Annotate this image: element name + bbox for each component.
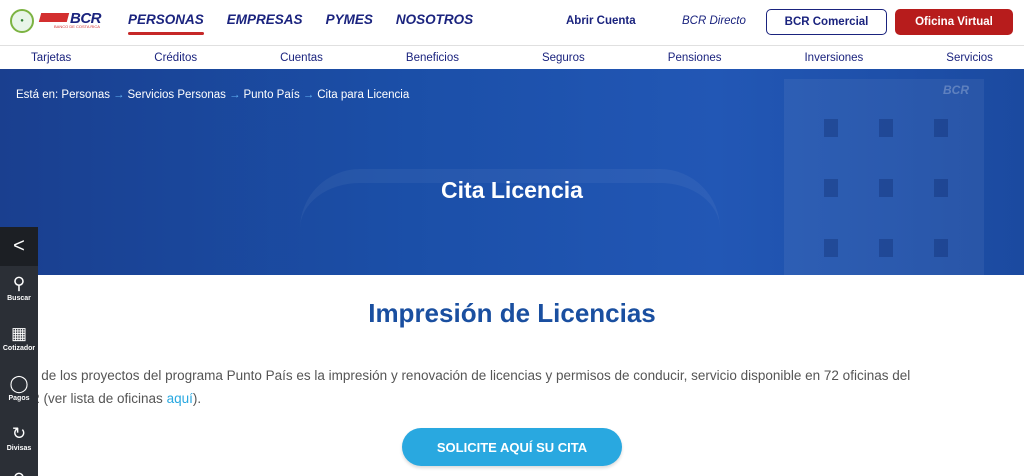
building-window [934, 239, 948, 257]
breadcrumb-current: Cita para Licencia [317, 89, 410, 101]
subnav-tarjetas[interactable]: Tarjetas [31, 52, 71, 64]
building-window [879, 239, 893, 257]
bulb-icon: ◯ [9, 374, 29, 393]
arrow-right-icon: → [113, 89, 125, 101]
sidebar-item-buscar[interactable]: ⚲ Buscar [0, 269, 38, 319]
hero-banner: BCR Está en: Personas → Servicios Personas… [0, 69, 1024, 275]
sidebar-label: Divisas [6, 445, 32, 452]
arrow-right-icon: → [228, 89, 241, 101]
floating-sidebar: < ⚲ Buscar ▦ Cotizador ◯ Pagos ↻ Divisas… [0, 227, 38, 476]
building-window [934, 119, 948, 137]
breadcrumb-servicios[interactable]: Servicios Personas [128, 89, 226, 101]
sidebar-label: Buscar [7, 295, 31, 302]
subnav-creditos[interactable]: Créditos [154, 52, 197, 64]
punto-pais-seal-logo[interactable]: ● [10, 9, 34, 33]
search-icon: ⚲ [12, 274, 26, 293]
para-line1: o de los proyectos del programa Punto Pa… [30, 368, 911, 383]
subnav-pensiones[interactable]: Pensiones [668, 52, 722, 64]
para-line2-post: ). [192, 391, 202, 406]
sidebar-item-pagos[interactable]: ◯ Pagos [0, 369, 38, 419]
sidebar-label: Cotizador [2, 345, 36, 352]
subnav-cuentas[interactable]: Cuentas [280, 52, 323, 64]
main-nav: PERSONAS EMPRESAS PYMES NOSOTROS [128, 12, 473, 35]
breadcrumb: Está en: Personas → Servicios Personas → Pun… [16, 89, 409, 101]
oficina-virtual-button[interactable]: Oficina Virtual [895, 9, 1013, 35]
building-window [879, 119, 893, 137]
bcr-directo-link[interactable]: BCR Directo [682, 15, 746, 27]
para-line2-pre: R (ver lista de oficinas [30, 391, 167, 406]
nav-nosotros[interactable]: NOSOTROS [396, 12, 473, 27]
hero-title: Cita Licencia [441, 177, 583, 203]
description-paragraph: o de los proyectos del programa Punto Pa… [30, 364, 1000, 410]
solicite-cita-button[interactable]: SOLICITE AQUÍ SU CITA [402, 428, 622, 466]
chevron-left-icon[interactable]: < [0, 227, 38, 266]
location-icon: ⚲ [0, 471, 38, 476]
sidebar-item-divisas[interactable]: ↻ Divisas [0, 419, 38, 469]
breadcrumb-punto-pais[interactable]: Punto País [243, 89, 299, 101]
subnav-beneficios[interactable]: Beneficios [406, 52, 459, 64]
abrir-cuenta-link[interactable]: Abrir Cuenta [566, 15, 636, 27]
subnav-seguros[interactable]: Seguros [542, 52, 585, 64]
top-header: ● BCR BANCO DE COSTA RICA PERSONAS EMPRE… [0, 0, 1024, 44]
subnav-inversiones[interactable]: Inversiones [804, 52, 863, 64]
logo-subtitle: BANCO DE COSTA RICA [54, 24, 100, 29]
section-title: Impresión de Licencias [368, 298, 656, 328]
nav-personas[interactable]: PERSONAS [128, 12, 204, 35]
building-window [824, 239, 838, 257]
sub-nav: Tarjetas Créditos Cuentas Beneficios Seg… [0, 45, 1024, 69]
subnav-servicios[interactable]: Servicios [946, 52, 993, 64]
currency-icon: ↻ [11, 424, 27, 443]
building-sign: BCR [943, 83, 969, 97]
breadcrumb-personas[interactable]: Personas [61, 89, 110, 101]
calculator-icon: ▦ [10, 324, 28, 343]
sidebar-item-partial[interactable]: ⚲ [0, 465, 38, 476]
building-window [824, 119, 838, 137]
nav-empresas[interactable]: EMPRESAS [227, 12, 303, 27]
arrow-right-icon: → [302, 89, 315, 101]
logo-red-bar [38, 13, 70, 22]
bcr-logo[interactable]: BCR BANCO DE COSTA RICA [38, 10, 106, 33]
sidebar-item-cotizador[interactable]: ▦ Cotizador [0, 319, 38, 369]
bcr-comercial-button[interactable]: BCR Comercial [766, 9, 887, 35]
nav-pymes[interactable]: PYMES [326, 12, 373, 27]
sidebar-label: Pagos [8, 395, 30, 402]
breadcrumb-prefix: Está en: [16, 89, 59, 101]
offices-list-link[interactable]: aquí [167, 391, 193, 406]
